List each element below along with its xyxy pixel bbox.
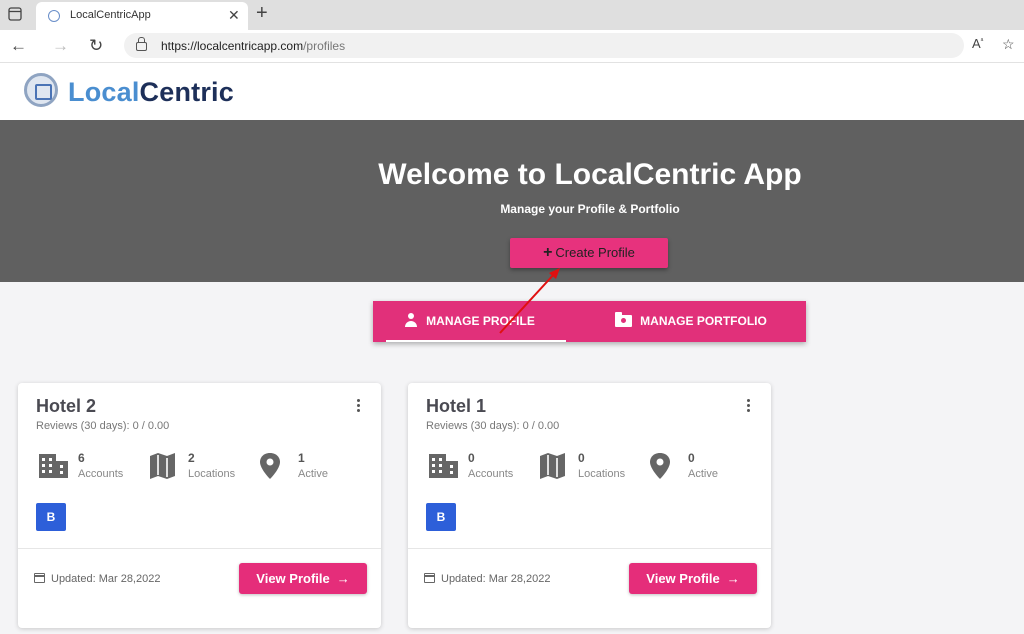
brand-logo[interactable]: LocalCentric (68, 77, 234, 108)
tab-manage-profile-label: MANAGE PROFILE (426, 314, 535, 328)
stat-value: 6 (78, 451, 85, 465)
url-field[interactable]: https://localcentricapp.com/profiles (124, 33, 964, 58)
address-bar: ← → ↻ https://localcentricapp.com/profil… (0, 30, 1024, 63)
arrow-right-icon: → (336, 571, 350, 586)
stat-value: 0 (468, 451, 475, 465)
platform-badge[interactable]: B (426, 503, 456, 531)
building-icon (39, 454, 68, 478)
calendar-icon (34, 573, 45, 583)
platform-badge[interactable]: B (36, 503, 66, 531)
tab-title: LocalCentricApp (70, 9, 151, 21)
brand-part2: Centric (139, 77, 234, 107)
folder-icon (615, 312, 633, 327)
card-reviews: Reviews (30 days): 0 / 0.00 (36, 420, 170, 432)
forward-icon[interactable]: → (52, 36, 69, 56)
stat-value: 1 (298, 451, 305, 465)
plus-icon: + (543, 244, 553, 261)
stat-label: Accounts (78, 468, 124, 480)
logo-icon[interactable] (24, 73, 58, 107)
pin-icon (260, 453, 280, 479)
favicon-icon (48, 10, 60, 22)
url-text: https://localcentricapp.com/profiles (161, 39, 346, 53)
card-title: Hotel 2 (36, 396, 97, 416)
stat-label: Accounts (468, 468, 514, 480)
browser-tab[interactable]: LocalCentricApp ✕ (36, 2, 248, 30)
page-title: Welcome to LocalCentric App (378, 158, 802, 191)
stat-value: 0 (688, 451, 695, 465)
card-updated: Updated: Mar 28,2022 (34, 573, 160, 585)
close-tab-icon[interactable]: ✕ (228, 7, 240, 24)
brand-part1: Local (68, 77, 140, 107)
read-aloud-icon[interactable]: Aᵃ (972, 36, 983, 51)
map-icon (150, 453, 175, 479)
stat-value: 0 (578, 451, 585, 465)
view-profile-button[interactable]: View Profile → (239, 563, 367, 594)
favorite-star-icon[interactable]: ☆ (1002, 36, 1015, 53)
window-menu-icon[interactable] (8, 7, 22, 21)
profile-card: Hotel 1 Reviews (30 days): 0 / 0.00 0 Ac… (408, 383, 771, 628)
stat-value: 2 (188, 451, 195, 465)
more-options-icon[interactable] (747, 399, 751, 414)
new-tab-icon[interactable]: + (256, 2, 268, 25)
stat-label: Locations (578, 468, 626, 480)
tab-manage-portfolio-label: MANAGE PORTFOLIO (640, 314, 767, 328)
card-updated: Updated: Mar 28,2022 (424, 573, 550, 585)
person-icon (404, 313, 418, 327)
app-header: LocalCentric (0, 63, 1024, 120)
stat-label: Active (688, 468, 718, 480)
back-icon[interactable]: ← (10, 36, 27, 56)
stat-label: Active (298, 468, 328, 480)
view-profile-label: View Profile (646, 571, 720, 586)
arrow-right-icon: → (726, 571, 740, 586)
manage-tabs: MANAGE PROFILE MANAGE PORTFOLIO (373, 301, 806, 342)
updated-text: Updated: Mar 28,2022 (51, 573, 161, 585)
updated-text: Updated: Mar 28,2022 (441, 573, 551, 585)
more-options-icon[interactable] (357, 399, 361, 414)
card-reviews: Reviews (30 days): 0 / 0.00 (426, 420, 560, 432)
browser-tab-bar: LocalCentricApp ✕ + (0, 0, 1024, 30)
active-tab-indicator (386, 340, 566, 342)
create-profile-button[interactable]: + Create Profile (510, 238, 668, 268)
lock-icon (136, 37, 147, 51)
stat-label: Locations (188, 468, 236, 480)
profile-card: Hotel 2 Reviews (30 days): 0 / 0.00 6 Ac… (18, 383, 381, 628)
create-profile-label: Create Profile (555, 245, 635, 260)
view-profile-button[interactable]: View Profile → (629, 563, 757, 594)
calendar-icon (424, 573, 435, 583)
tab-manage-portfolio[interactable]: MANAGE PORTFOLIO (591, 301, 791, 342)
reload-icon[interactable]: ↻ (89, 36, 103, 56)
building-icon (429, 454, 458, 478)
map-icon (540, 453, 565, 479)
card-divider (408, 548, 771, 549)
pin-icon (650, 453, 670, 479)
tab-manage-profile[interactable]: MANAGE PROFILE (373, 301, 566, 342)
view-profile-label: View Profile (256, 571, 330, 586)
card-divider (18, 548, 381, 549)
page-subtitle: Manage your Profile & Portfolio (500, 202, 680, 216)
card-title: Hotel 1 (426, 396, 487, 416)
